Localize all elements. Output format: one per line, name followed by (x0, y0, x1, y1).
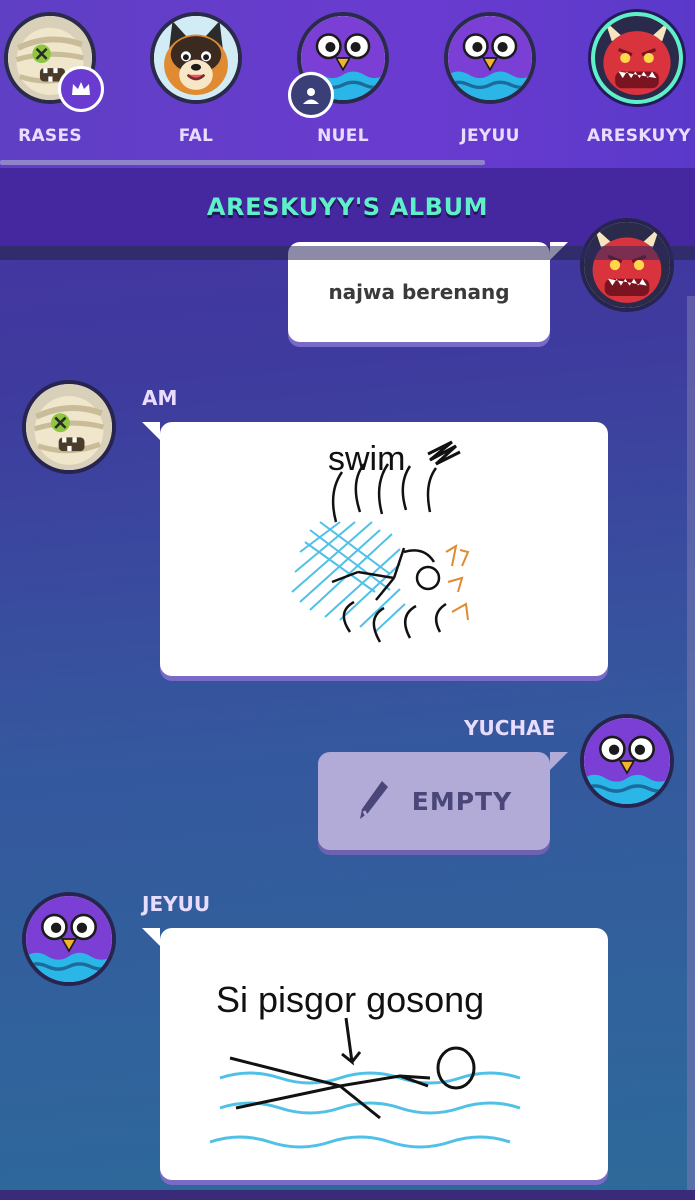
pencil-icon (359, 781, 388, 819)
swim-drawing: swim (291, 440, 470, 643)
empty-label: EMPTY (411, 786, 513, 816)
player-name: RASES (18, 126, 82, 146)
player-fal[interactable]: FAL (146, 12, 246, 146)
drawing-message-bubble: swim (142, 422, 608, 676)
red-dragon-avatar (580, 218, 674, 312)
message-author: AM (142, 386, 178, 410)
feed-scrollbar[interactable] (687, 296, 695, 1196)
player-name: NUEL (317, 126, 369, 146)
red-dragon-avatar (591, 12, 683, 104)
player-jeyuu[interactable]: JEYUU (440, 12, 540, 146)
player-name: ARESKUYY (587, 126, 691, 146)
drawing-caption: Si pisgor gosong (216, 979, 484, 1020)
message-author: YUCHAE (464, 716, 556, 740)
empty-message-bubble: EMPTY (318, 752, 568, 850)
player-name: FAL (178, 126, 214, 146)
user-icon (288, 72, 334, 118)
feed-shadow (0, 246, 695, 260)
mummy-avatar (22, 380, 116, 474)
bottom-edge (0, 1190, 695, 1200)
player-name: JEYUU (460, 126, 520, 146)
si-pisgor-gosong-drawing: Si pisgor gosong (209, 979, 521, 1149)
purple-bird-avatar (22, 892, 116, 986)
message-author: JEYUU (142, 892, 211, 916)
player-bar: RASES FAL NUEL JEYUU ARESKUYY (0, 0, 695, 168)
player-scrollbar[interactable] (0, 160, 485, 165)
purple-bird-avatar (580, 714, 674, 808)
crown-icon (58, 66, 104, 112)
purple-bird-avatar (444, 12, 536, 104)
drawing-caption: swim (328, 440, 405, 478)
dog-avatar (150, 12, 242, 104)
album-title: ARESKUYY'S ALBUM (206, 193, 489, 221)
player-areskuyy[interactable]: ARESKUYY (587, 12, 691, 146)
drawing-message-bubble: Si pisgor gosong (142, 928, 608, 1180)
